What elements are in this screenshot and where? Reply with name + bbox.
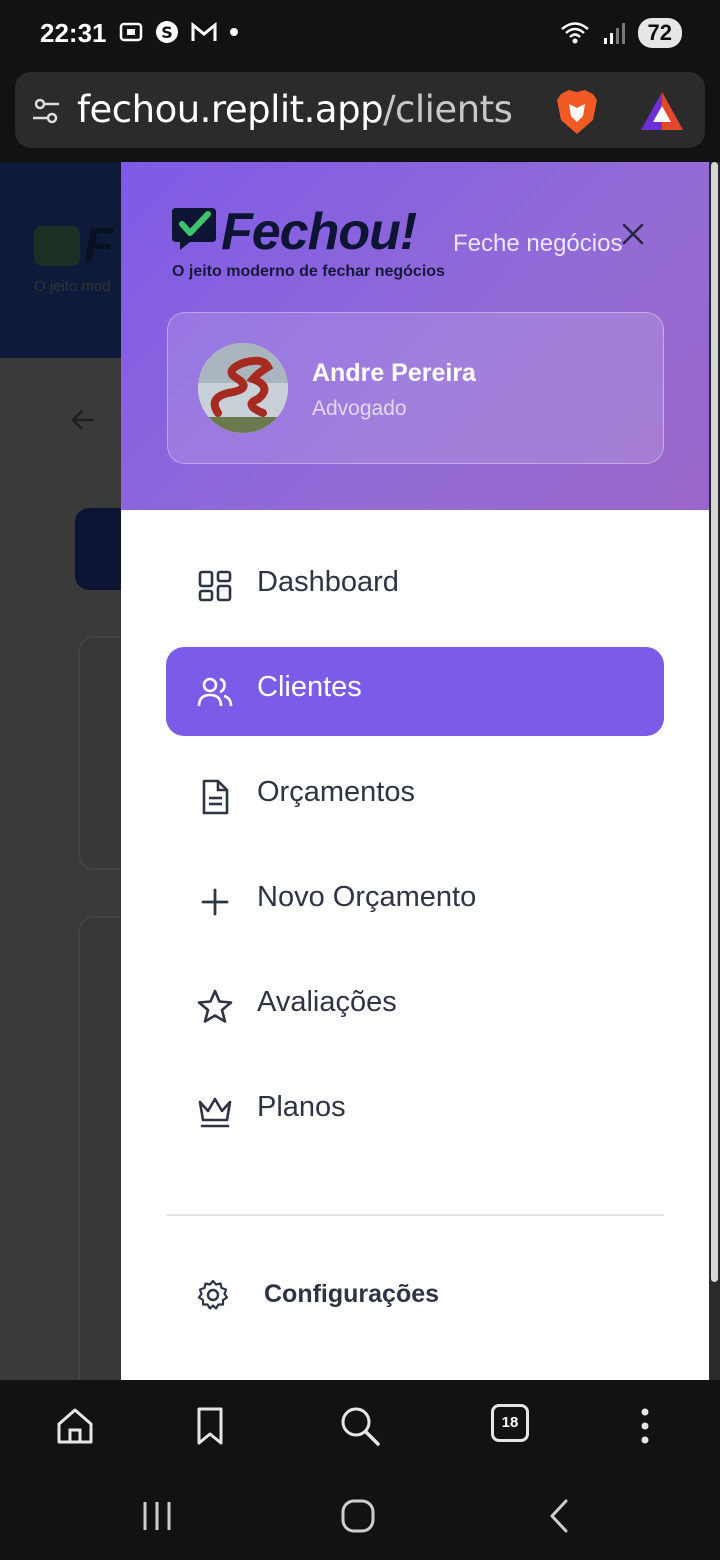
nav-label: Planos — [257, 1091, 346, 1123]
user-card[interactable]: Andre Pereira Advogado — [167, 312, 664, 464]
browser-url-area: fechou.replit.app/clients — [0, 68, 720, 162]
brand-check-icon — [172, 208, 216, 250]
nav-label: Dashboard — [257, 566, 399, 598]
screenshot-icon — [119, 22, 143, 42]
address-bar[interactable]: fechou.replit.app/clients — [15, 72, 705, 148]
nav-item-planos[interactable]: Planos — [166, 1067, 664, 1156]
user-name: Andre Pereira — [312, 359, 476, 387]
notification-icons: S — [118, 19, 240, 45]
background-logo-sub: O jeito mod — [34, 278, 111, 295]
drawer-header: Fechou! O jeito moderno de fechar negóci… — [121, 162, 709, 510]
nav-label: Clientes — [257, 671, 362, 703]
status-bar: 22:31 S 72 — [0, 0, 720, 68]
nav-item-orcamentos[interactable]: Orçamentos — [166, 752, 664, 841]
dot-icon — [230, 28, 238, 36]
star-icon — [197, 989, 233, 1023]
bookmark-icon[interactable] — [188, 1404, 232, 1448]
shazam-icon: S — [156, 21, 178, 43]
user-role: Advogado — [312, 397, 407, 420]
system-icons: 72 — [560, 18, 682, 48]
signal-icon — [603, 23, 625, 44]
tabs-icon[interactable]: 18 — [491, 1404, 535, 1448]
brand-tagline: Feche negócios — [453, 230, 623, 257]
brand-subtitle: O jeito moderno de fechar negócios — [172, 263, 445, 280]
users-icon — [197, 677, 233, 707]
nav-item-configuracoes[interactable]: Configurações — [166, 1268, 664, 1328]
tab-count: 18 — [491, 1404, 529, 1442]
gmail-icon — [191, 21, 217, 41]
plus-icon — [201, 888, 229, 916]
more-icon[interactable] — [623, 1404, 667, 1448]
avatar — [198, 343, 288, 433]
nav-item-avaliacoes[interactable]: Avaliações — [166, 962, 664, 1051]
home-icon[interactable] — [53, 1404, 97, 1448]
scrollbar-thumb[interactable] — [711, 162, 718, 1282]
brave-shields-icon[interactable] — [555, 88, 599, 136]
nav-label: Novo Orçamento — [257, 881, 477, 913]
scrollbar[interactable] — [709, 162, 720, 1380]
home-button-icon[interactable] — [338, 1496, 378, 1536]
drawer-nav: Dashboard Clientes Orçamentos Novo Orçam… — [166, 542, 664, 1172]
status-time: 22:31 — [40, 18, 107, 48]
crown-icon — [198, 1097, 232, 1128]
nav-item-dashboard[interactable]: Dashboard — [166, 542, 664, 631]
site-settings-icon[interactable] — [31, 96, 61, 126]
browser-toolbar: 18 — [0, 1380, 720, 1472]
close-icon[interactable] — [619, 220, 647, 248]
side-drawer: Fechou! O jeito moderno de fechar negóci… — [121, 162, 709, 1380]
nav-item-clientes[interactable]: Clientes — [166, 647, 664, 736]
background-logo-icon — [34, 226, 80, 266]
nav-item-novo-orcamento[interactable]: Novo Orçamento — [166, 857, 664, 946]
search-icon[interactable] — [338, 1404, 382, 1448]
background-logo-text: F — [84, 219, 114, 272]
back-icon[interactable] — [540, 1496, 580, 1536]
url-text[interactable]: fechou.replit.app/clients — [77, 88, 513, 131]
gear-icon — [197, 1279, 229, 1310]
back-arrow-icon — [71, 410, 94, 430]
nav-label: Orçamentos — [257, 776, 415, 808]
url-host: fechou.replit.app — [77, 88, 384, 131]
document-icon — [202, 779, 229, 815]
wifi-icon — [560, 22, 589, 44]
nav-label: Avaliações — [257, 986, 397, 1018]
dashboard-icon — [198, 570, 232, 602]
url-path: /clients — [383, 88, 513, 131]
settings-label: Configurações — [264, 1280, 440, 1308]
battery-indicator: 72 — [637, 18, 682, 48]
brand-name: Fechou! — [221, 203, 417, 261]
brave-rewards-icon[interactable] — [639, 90, 685, 132]
svg-text:S: S — [161, 23, 173, 42]
android-nav-bar — [0, 1472, 720, 1560]
recent-apps-icon[interactable] — [137, 1496, 177, 1536]
nav-divider — [166, 1214, 664, 1216]
